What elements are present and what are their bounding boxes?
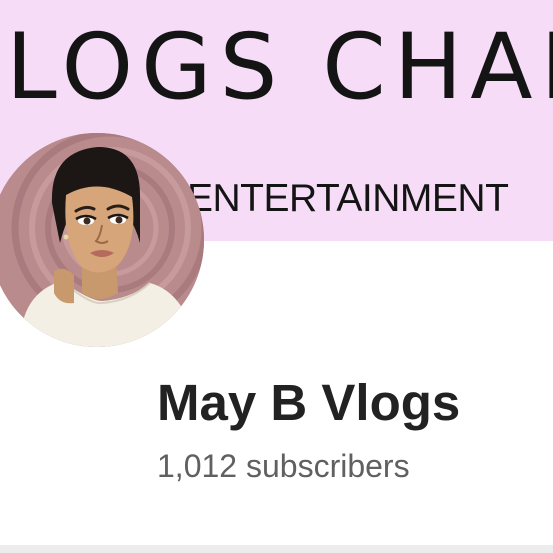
channel-name[interactable]: May B Vlogs (157, 377, 460, 428)
divider (0, 545, 553, 553)
banner-subtitle: ENTERTAINMENT (187, 177, 509, 220)
banner-title: LOGS CHAN (6, 15, 553, 120)
profile-illustration-icon (0, 133, 204, 347)
subscriber-count: 1,012 subscribers (157, 448, 410, 484)
channel-avatar[interactable] (0, 133, 204, 347)
